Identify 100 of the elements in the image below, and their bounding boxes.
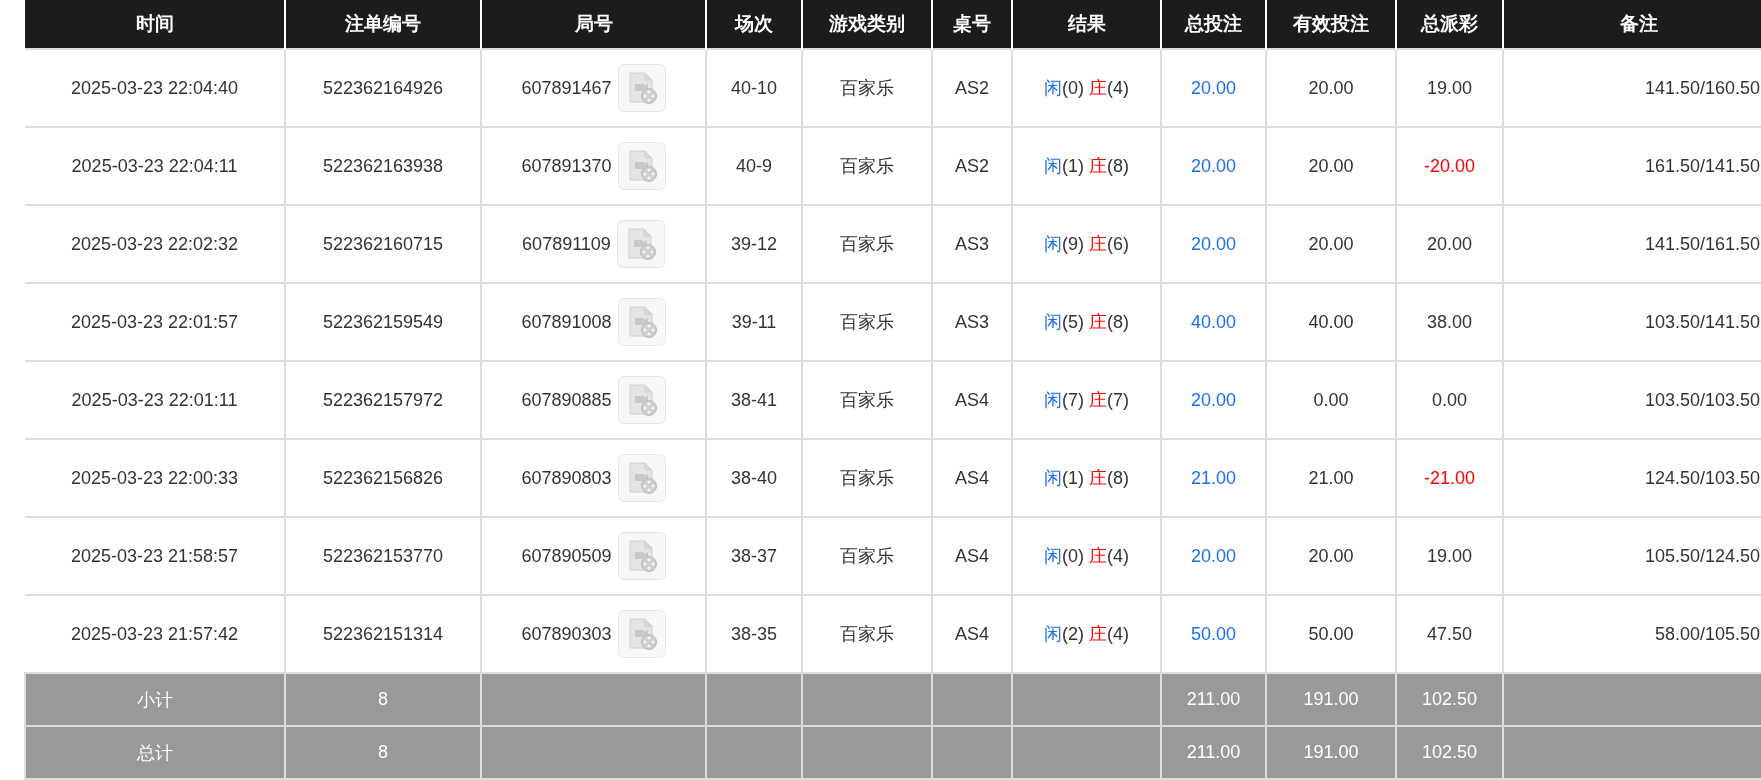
table-cell: -21.00 bbox=[1396, 439, 1503, 517]
table-cell: 522362160715 bbox=[285, 205, 481, 283]
video-replay-button[interactable] bbox=[617, 454, 666, 502]
table-cell: 141.50/160.50 bbox=[1503, 49, 1761, 127]
table-cell: 2025-03-23 22:02:32 bbox=[25, 205, 285, 283]
table-cell: 607890303 bbox=[521, 623, 612, 645]
table-cell: 20.00 bbox=[1266, 205, 1396, 283]
table-cell: 522362163938 bbox=[285, 127, 481, 205]
video-replay-button[interactable] bbox=[617, 64, 666, 112]
result-cell: 闲(0) 庄(4) bbox=[1012, 517, 1161, 595]
table-cell: 40.00 bbox=[1266, 283, 1396, 361]
table-cell: 522362159549 bbox=[285, 283, 481, 361]
table-cell: 百家乐 bbox=[802, 205, 932, 283]
table-cell: 2025-03-23 22:04:40 bbox=[25, 49, 285, 127]
video-replay-button[interactable] bbox=[617, 532, 666, 580]
column-header: 备注 bbox=[1503, 0, 1761, 49]
table-cell: 522362157972 bbox=[285, 361, 481, 439]
table-cell: 百家乐 bbox=[802, 49, 932, 127]
table-cell: 百家乐 bbox=[802, 127, 932, 205]
table-cell: 8 bbox=[285, 726, 481, 779]
table-cell: 38.00 bbox=[1396, 283, 1503, 361]
table-cell: 百家乐 bbox=[802, 283, 932, 361]
result-cell: 闲(7) 庄(7) bbox=[1012, 361, 1161, 439]
video-replay-button[interactable] bbox=[617, 610, 666, 658]
table-cell: 191.00 bbox=[1266, 673, 1396, 726]
column-header: 注单编号 bbox=[285, 0, 481, 49]
table-cell: 20.00 bbox=[1161, 361, 1266, 439]
table-cell: 607891370 bbox=[521, 155, 612, 177]
table-cell: AS4 bbox=[932, 517, 1012, 595]
table-cell: 40.00 bbox=[1161, 283, 1266, 361]
table-cell: 607891109 bbox=[522, 233, 611, 255]
column-header: 有效投注 bbox=[1266, 0, 1396, 49]
table-cell: 小计 bbox=[25, 673, 285, 726]
table-cell: 211.00 bbox=[1161, 726, 1266, 779]
table-cell: 2025-03-23 21:58:57 bbox=[25, 517, 285, 595]
table-cell: 21.00 bbox=[1266, 439, 1396, 517]
result-cell: 闲(0) 庄(4) bbox=[1012, 49, 1161, 127]
table-cell: 百家乐 bbox=[802, 439, 932, 517]
table-cell: 0.00 bbox=[1396, 361, 1503, 439]
table-cell: 8 bbox=[285, 673, 481, 726]
video-replay-button[interactable] bbox=[617, 376, 666, 424]
table-cell: 总计 bbox=[25, 726, 285, 779]
column-header: 桌号 bbox=[932, 0, 1012, 49]
table-cell: 40-9 bbox=[706, 127, 802, 205]
table-cell: 39-11 bbox=[706, 283, 802, 361]
table-cell: 607890803 bbox=[521, 467, 612, 489]
table-cell: 0.00 bbox=[1266, 361, 1396, 439]
result-cell: 闲(1) 庄(8) bbox=[1012, 439, 1161, 517]
table-cell: 522362164926 bbox=[285, 49, 481, 127]
table-cell: 2025-03-23 22:00:33 bbox=[25, 439, 285, 517]
table-cell: -20.00 bbox=[1396, 127, 1503, 205]
table-cell: 2025-03-23 22:01:57 bbox=[25, 283, 285, 361]
table-cell: 20.00 bbox=[1161, 205, 1266, 283]
table-cell: 38-37 bbox=[706, 517, 802, 595]
table-cell: 2025-03-23 22:01:11 bbox=[25, 361, 285, 439]
column-header: 结果 bbox=[1012, 0, 1161, 49]
table-cell: 211.00 bbox=[1161, 673, 1266, 726]
column-header: 场次 bbox=[706, 0, 802, 49]
table-cell: 607890509 bbox=[521, 545, 612, 567]
table-cell: 20.00 bbox=[1161, 127, 1266, 205]
table-cell: 2025-03-23 22:04:11 bbox=[25, 127, 285, 205]
table-cell: 20.00 bbox=[1161, 517, 1266, 595]
column-header: 时间 bbox=[25, 0, 285, 49]
column-header: 总派彩 bbox=[1396, 0, 1503, 49]
video-replay-button[interactable] bbox=[617, 298, 666, 346]
video-replay-button[interactable] bbox=[617, 142, 666, 190]
table-cell: AS2 bbox=[932, 127, 1012, 205]
table-cell: 20.00 bbox=[1266, 49, 1396, 127]
table-cell: 607891467 bbox=[521, 77, 612, 99]
table-cell: 607890885 bbox=[521, 389, 612, 411]
table-cell: 607891008 bbox=[521, 311, 612, 333]
table-cell: 19.00 bbox=[1396, 49, 1503, 127]
table-cell: 102.50 bbox=[1396, 673, 1503, 726]
result-cell: 闲(9) 庄(6) bbox=[1012, 205, 1161, 283]
table-cell: 522362156826 bbox=[285, 439, 481, 517]
table-cell: 百家乐 bbox=[802, 517, 932, 595]
table-cell: 21.00 bbox=[1161, 439, 1266, 517]
table-cell: AS3 bbox=[932, 283, 1012, 361]
column-header: 总投注 bbox=[1161, 0, 1266, 49]
table-cell: 百家乐 bbox=[802, 361, 932, 439]
table-cell: 522362153770 bbox=[285, 517, 481, 595]
video-replay-button[interactable] bbox=[616, 220, 665, 268]
table-cell: AS2 bbox=[932, 49, 1012, 127]
result-cell: 闲(1) 庄(8) bbox=[1012, 127, 1161, 205]
table-cell: 39-12 bbox=[706, 205, 802, 283]
table-cell: 38-40 bbox=[706, 439, 802, 517]
result-cell: 闲(5) 庄(8) bbox=[1012, 283, 1161, 361]
column-header: 局号 bbox=[481, 0, 706, 49]
table-cell: 40-10 bbox=[706, 49, 802, 127]
table-cell: 20.00 bbox=[1266, 127, 1396, 205]
table-cell: 191.00 bbox=[1266, 726, 1396, 779]
table-cell: AS4 bbox=[932, 361, 1012, 439]
table-cell: 20.00 bbox=[1396, 205, 1503, 283]
column-header: 游戏类别 bbox=[802, 0, 932, 49]
table-cell: 20.00 bbox=[1266, 517, 1396, 595]
table-cell: AS3 bbox=[932, 205, 1012, 283]
table-cell: 38-41 bbox=[706, 361, 802, 439]
table-cell: AS4 bbox=[932, 439, 1012, 517]
table-cell: 19.00 bbox=[1396, 517, 1503, 595]
table-cell: 20.00 bbox=[1161, 49, 1266, 127]
